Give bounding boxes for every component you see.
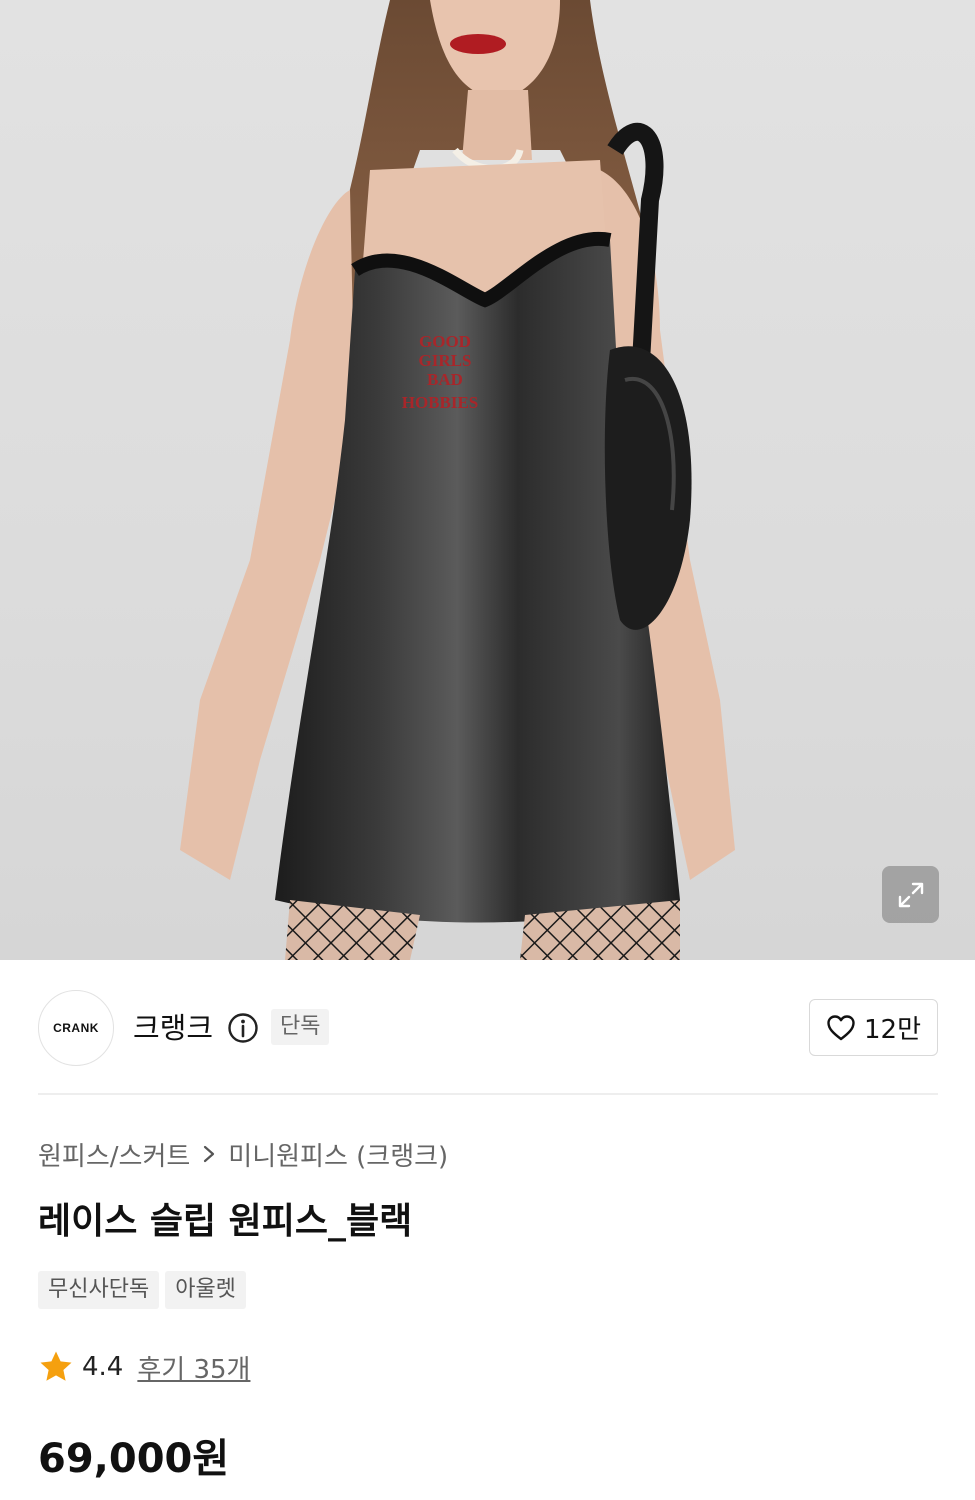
brand-name[interactable]: 크랭크: [133, 1010, 213, 1046]
like-count: 12만: [863, 1015, 921, 1045]
breadcrumb-category[interactable]: 원피스/스커트: [38, 1136, 190, 1173]
embroidery-line-2: GIRLS: [419, 351, 472, 370]
exclusive-badge: 단독: [271, 1009, 330, 1045]
brand-logo-text: CRANK: [53, 1021, 99, 1035]
info-icon[interactable]: [227, 1012, 259, 1044]
expand-image-button[interactable]: [882, 866, 939, 923]
chevron-right-icon: [202, 1144, 216, 1164]
tag-outlet: 아울렛: [165, 1271, 246, 1309]
rating-score: 4.4: [82, 1352, 124, 1382]
product-title: 레이스 슬립 원피스_블랙: [38, 1201, 413, 1242]
like-button[interactable]: 12만: [809, 999, 938, 1056]
embroidery-line-1: GOOD: [419, 332, 471, 351]
product-price: 69,000원: [38, 1436, 230, 1482]
rating-row: 4.4 후기 35개: [38, 1346, 250, 1388]
product-tags: 무신사단독 아울렛: [38, 1271, 246, 1309]
product-photo: GOOD GIRLS BAD HOBBIES: [180, 0, 735, 960]
embroidery-line-3: BAD: [427, 370, 463, 389]
star-icon: [40, 1351, 72, 1381]
divider: [38, 1093, 938, 1095]
review-count-link[interactable]: 후기 35개: [137, 1349, 250, 1386]
brand-logo[interactable]: CRANK: [38, 990, 114, 1066]
tag-musinsa-exclusive: 무신사단독: [38, 1271, 160, 1309]
breadcrumb: 원피스/스커트 미니원피스 (크랭크): [38, 1135, 448, 1173]
breadcrumb-subcategory[interactable]: 미니원피스 (크랭크): [228, 1136, 448, 1173]
embroidery-line-4: HOBBIES: [402, 393, 479, 412]
brand-row: CRANK 크랭크 단독 12만: [38, 990, 938, 1066]
expand-diagonal-icon: [898, 882, 923, 907]
product-image[interactable]: GOOD GIRLS BAD HOBBIES: [0, 0, 975, 960]
heart-icon: [827, 1014, 855, 1040]
